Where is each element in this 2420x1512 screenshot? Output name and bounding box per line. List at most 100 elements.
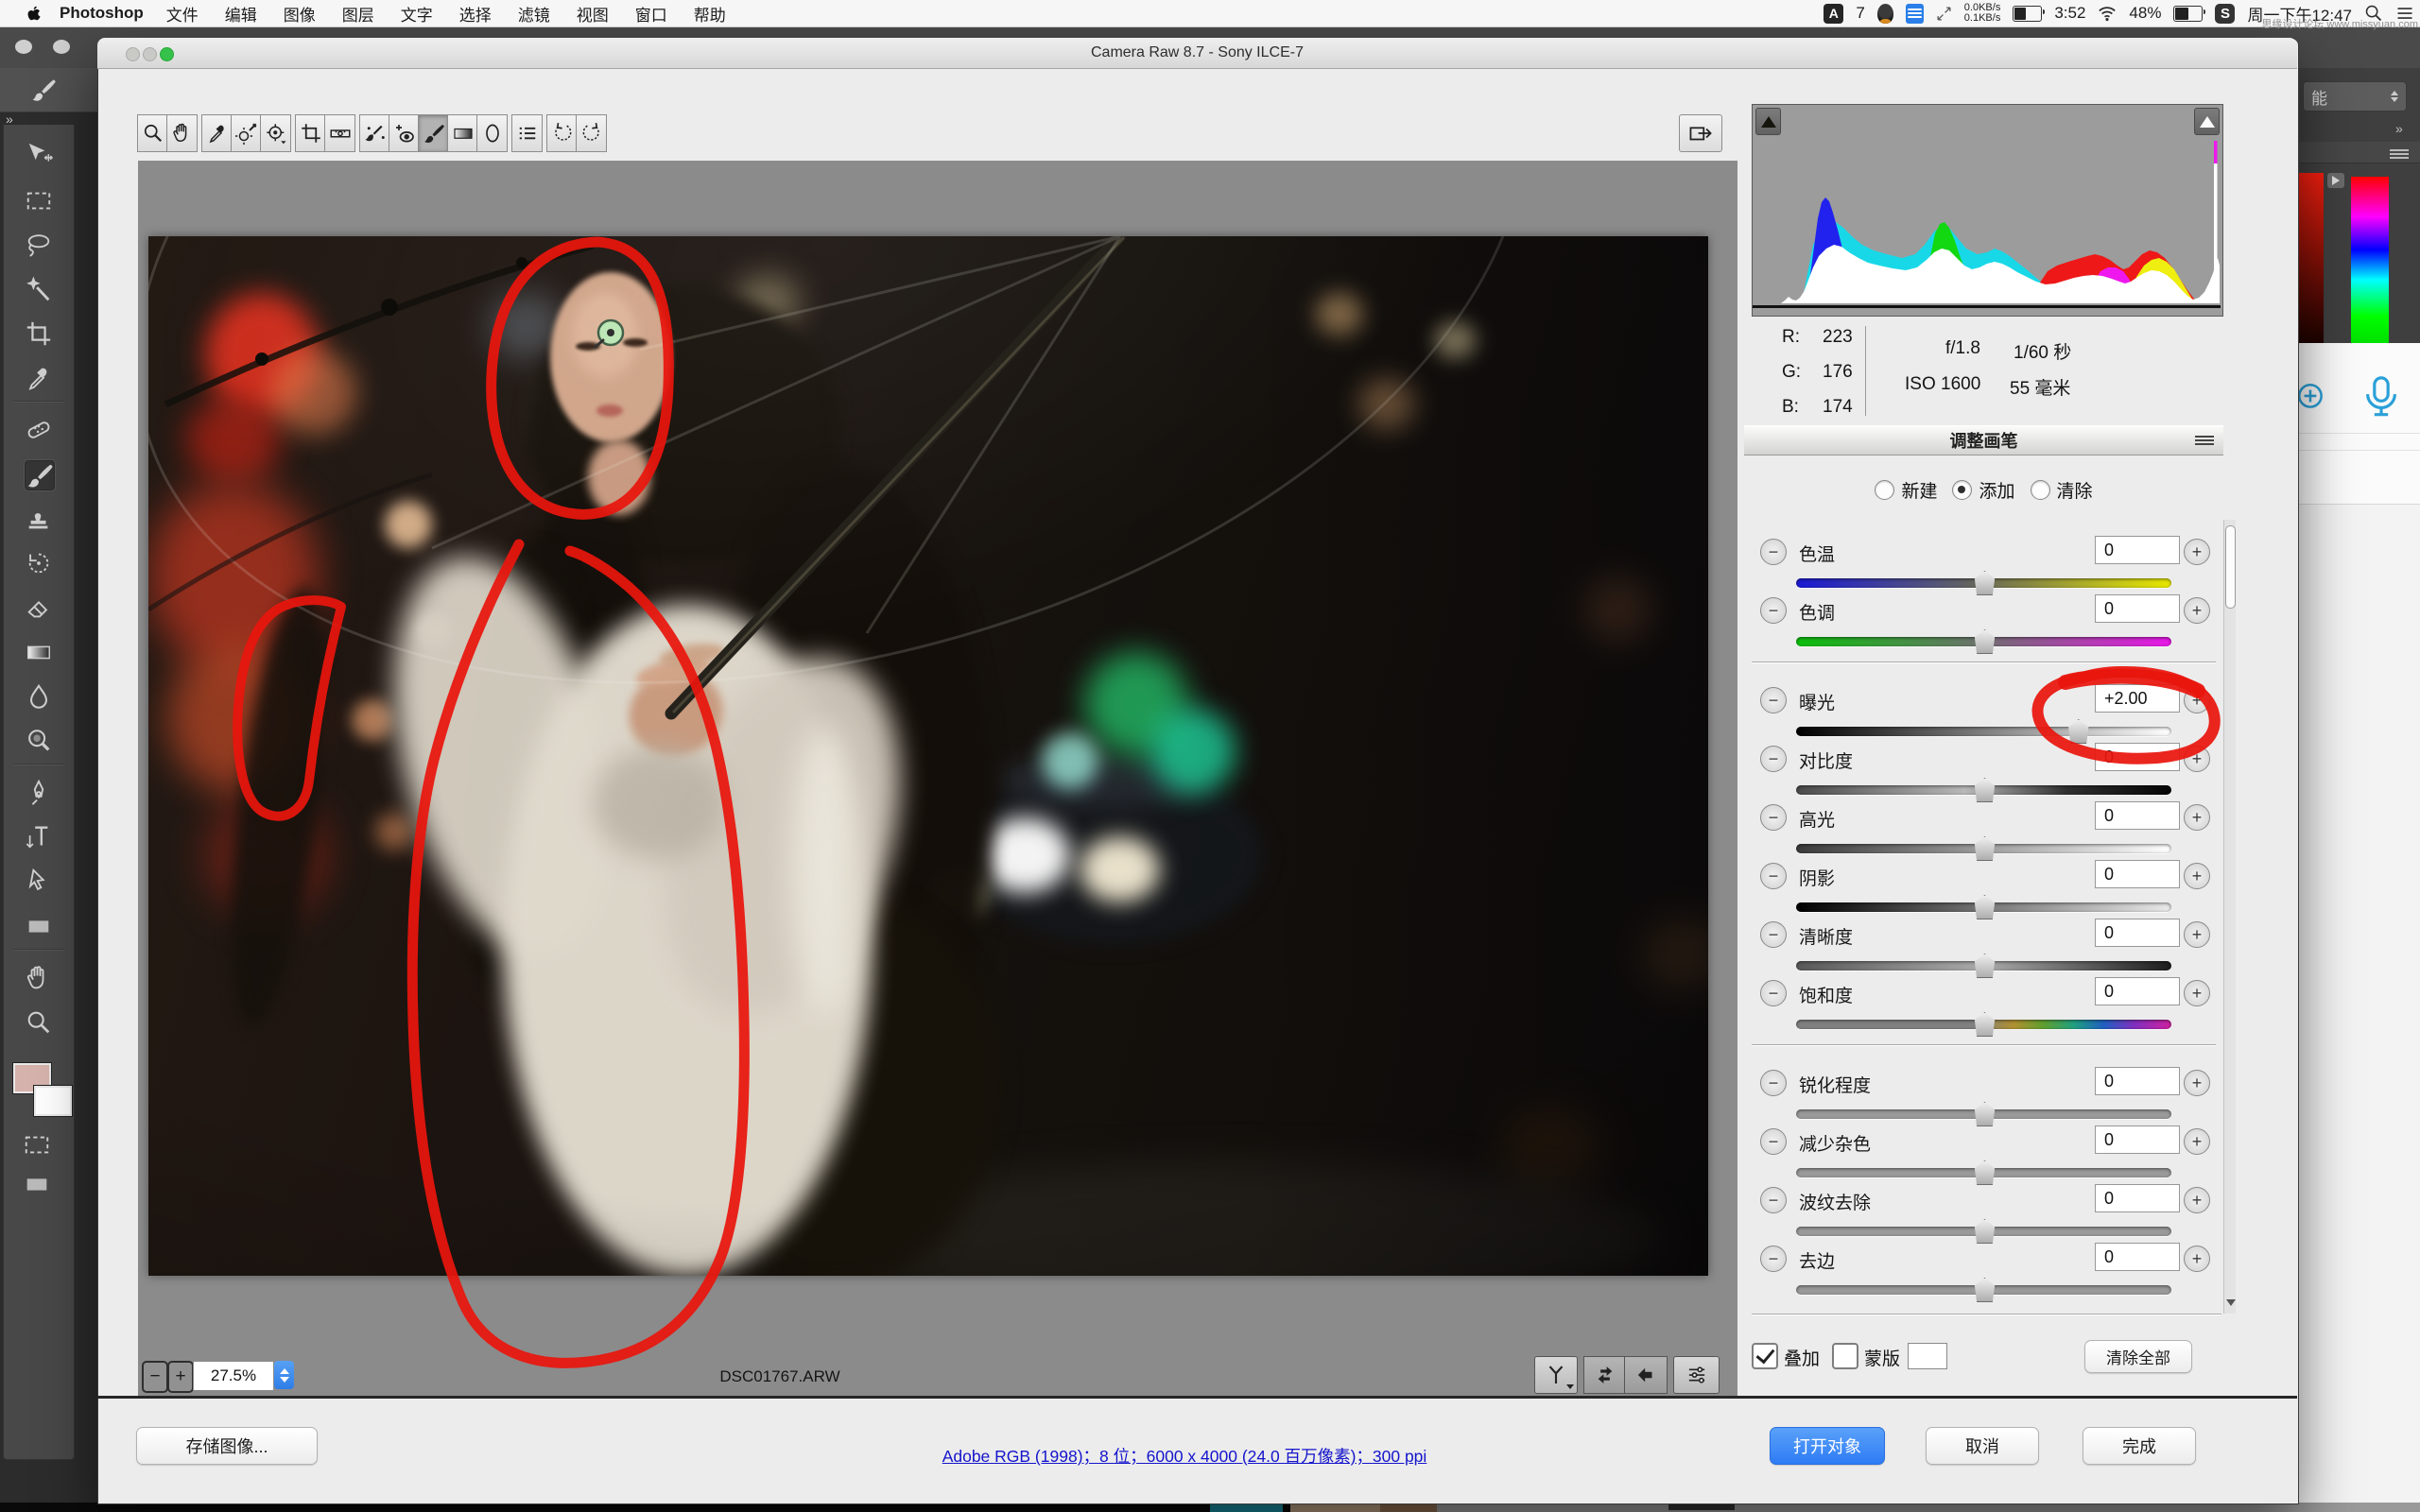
increase-button[interactable]: + xyxy=(2184,804,2210,831)
highlight-clipping-toggle[interactable] xyxy=(2194,108,2220,135)
lasso-tool[interactable] xyxy=(25,231,53,259)
photo-canvas[interactable] xyxy=(148,236,1708,1276)
hand-tool[interactable] xyxy=(166,114,198,152)
menu-item-图层[interactable]: 图层 xyxy=(329,2,388,26)
battery-icon[interactable] xyxy=(2013,6,2042,22)
menu-item-滤镜[interactable]: 滤镜 xyxy=(505,2,563,26)
decrease-button[interactable]: − xyxy=(1760,863,1787,889)
adobe-cc-icon[interactable]: A xyxy=(1824,4,1843,24)
move-tool[interactable] xyxy=(25,142,53,170)
rotate-left-button[interactable] xyxy=(546,114,578,152)
brush-options-icon[interactable] xyxy=(30,77,57,103)
increase-button[interactable]: + xyxy=(2184,1070,2210,1096)
clone-stamp-tool[interactable] xyxy=(25,505,53,533)
increase-button[interactable]: + xyxy=(2184,1246,2210,1272)
sogou-input-icon[interactable]: S xyxy=(2215,4,2235,24)
radial-filter-tool[interactable] xyxy=(476,114,508,152)
red-eye-tool[interactable] xyxy=(389,114,420,152)
color-sampler-tool[interactable] xyxy=(231,114,262,152)
app-status-icon[interactable] xyxy=(1877,4,1893,24)
spotlight-search-icon[interactable] xyxy=(2364,4,2383,23)
done-button[interactable]: 完成 xyxy=(2083,1427,2196,1465)
decrease-button[interactable]: − xyxy=(1760,687,1787,713)
white-balance-tool[interactable] xyxy=(201,114,233,152)
slider-track[interactable] xyxy=(1796,637,2171,646)
crop-tool[interactable] xyxy=(25,319,53,348)
menu-item-文字[interactable]: 文字 xyxy=(388,2,446,26)
decrease-button[interactable]: − xyxy=(1760,1187,1787,1213)
overlay-checkbox[interactable] xyxy=(1752,1343,1778,1369)
marquee-tool[interactable] xyxy=(25,186,53,215)
screen-mode-icon[interactable] xyxy=(23,1170,51,1198)
preview-mode-button[interactable] xyxy=(1534,1356,1578,1394)
eyedropper-tool[interactable] xyxy=(25,364,53,392)
gradient-tool[interactable] xyxy=(25,638,53,666)
graduated-filter-tool[interactable] xyxy=(447,114,478,152)
targeted-adjustment-tool[interactable] xyxy=(260,114,291,152)
slider-track[interactable] xyxy=(1796,1285,2171,1295)
brush-mode-清除[interactable]: 清除 xyxy=(2031,477,2093,503)
slider-track[interactable] xyxy=(1796,1168,2171,1177)
menu-item-视图[interactable]: 视图 xyxy=(563,2,622,26)
clear-all-button[interactable]: 清除全部 xyxy=(2084,1340,2192,1373)
increase-button[interactable]: + xyxy=(2184,597,2210,624)
blur-tool[interactable] xyxy=(25,682,53,711)
presets-button[interactable] xyxy=(511,114,543,152)
increase-button[interactable]: + xyxy=(2184,1128,2210,1155)
magic-wand-tool[interactable] xyxy=(25,275,53,303)
panel-scrollbar[interactable] xyxy=(2223,520,2236,1314)
scrollbar-thumb[interactable] xyxy=(2225,525,2236,609)
healing-brush-tool[interactable] xyxy=(25,416,53,444)
decrease-button[interactable]: − xyxy=(1760,980,1787,1006)
fullscreen-toggle-button[interactable] xyxy=(1679,114,1722,152)
preview-settings-button[interactable] xyxy=(1673,1356,1720,1394)
menu-item-文件[interactable]: 文件 xyxy=(153,2,212,26)
dialog-title-bar[interactable]: Camera Raw 8.7 - Sony ILCE-7 xyxy=(97,38,2297,69)
increase-button[interactable]: + xyxy=(2184,863,2210,889)
panel-menu-icon[interactable] xyxy=(2195,434,2214,447)
mask-color-swatch[interactable] xyxy=(1908,1343,1947,1369)
app-menu-photoshop[interactable]: Photoshop xyxy=(60,4,144,23)
app-status-icon-2[interactable] xyxy=(1906,4,1924,24)
decrease-button[interactable]: − xyxy=(1760,597,1787,624)
zoom-stepper[interactable] xyxy=(274,1361,294,1389)
ps-window-button[interactable] xyxy=(53,40,70,54)
color-picker-play-button[interactable] xyxy=(2327,173,2344,188)
increase-button[interactable]: + xyxy=(2184,746,2210,772)
zoom-out-button[interactable]: − xyxy=(142,1361,168,1393)
radio-button[interactable] xyxy=(1952,480,1972,500)
zoom-in-button[interactable]: + xyxy=(167,1361,194,1393)
cancel-button[interactable]: 取消 xyxy=(1926,1427,2039,1465)
radio-button[interactable] xyxy=(2031,480,2050,500)
menu-item-图像[interactable]: 图像 xyxy=(270,2,329,26)
panel-collapse-toggle[interactable]: » xyxy=(2395,121,2403,136)
decrease-button[interactable]: − xyxy=(1760,1070,1787,1096)
increase-button[interactable]: + xyxy=(2184,539,2210,565)
wifi-icon[interactable] xyxy=(2098,4,2117,23)
battery-icon-2[interactable] xyxy=(2173,6,2203,22)
color-gradient-bar[interactable] xyxy=(2299,173,2324,343)
pen-tool[interactable] xyxy=(25,779,53,807)
decrease-button[interactable]: − xyxy=(1760,746,1787,772)
increase-button[interactable]: + xyxy=(2184,980,2210,1006)
slider-track[interactable] xyxy=(1796,1227,2171,1236)
radio-button[interactable] xyxy=(1875,480,1894,500)
decrease-button[interactable]: − xyxy=(1760,921,1787,948)
apple-menu-icon[interactable] xyxy=(25,5,43,23)
zoom-tool[interactable] xyxy=(25,1008,53,1037)
hue-bar[interactable] xyxy=(2351,177,2389,343)
brush-tool[interactable] xyxy=(25,460,55,490)
increase-button[interactable]: + xyxy=(2184,921,2210,948)
increase-button[interactable]: + xyxy=(2184,1187,2210,1213)
menu-item-编辑[interactable]: 编辑 xyxy=(212,2,270,26)
type-tool[interactable] xyxy=(25,823,53,851)
increase-button[interactable]: + xyxy=(2184,687,2210,713)
path-select-tool[interactable] xyxy=(25,868,53,896)
save-image-button[interactable]: 存储图像... xyxy=(136,1427,318,1465)
slider-track[interactable] xyxy=(1796,902,2171,912)
rotate-right-button[interactable] xyxy=(576,114,607,152)
slider-track[interactable] xyxy=(1796,578,2171,588)
eraser-tool[interactable] xyxy=(25,593,53,622)
dodge-tool[interactable] xyxy=(25,727,53,755)
search-plus-icon[interactable] xyxy=(2295,381,2327,413)
